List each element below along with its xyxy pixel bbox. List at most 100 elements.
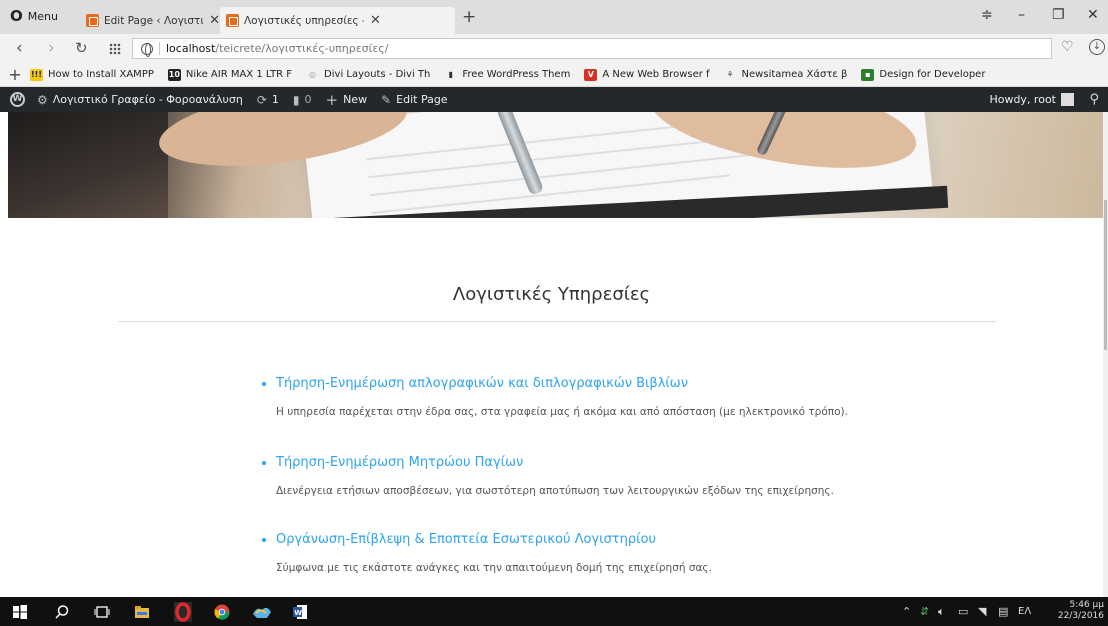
windows-start-icon[interactable] bbox=[12, 604, 28, 620]
tab-accounting-services[interactable]: Λογιστικές υπηρεσίες – Λο ✕ bbox=[220, 7, 455, 34]
new-label: New bbox=[343, 93, 368, 106]
bookmark-item[interactable]: ▮ Free WordPress Them bbox=[444, 69, 571, 81]
clock-date: 22/3/2016 bbox=[1057, 611, 1104, 621]
maximize-icon[interactable]: ❐ bbox=[1052, 7, 1065, 23]
tab-title: Edit Page ‹ Λογιστικό Γρα bbox=[104, 14, 204, 27]
forward-icon[interactable]: › bbox=[48, 39, 55, 57]
globe-icon bbox=[141, 42, 153, 57]
address-toolbar: ‹ › ↻ localhost /teicrete/λογιστικές-υπη… bbox=[0, 34, 1108, 63]
bookmark-favicon-icon: ◎ bbox=[309, 69, 317, 79]
volume-icon[interactable]: 🔈︎ bbox=[938, 605, 945, 619]
task-view-icon[interactable] bbox=[94, 604, 110, 620]
admin-account[interactable]: Howdy, root bbox=[989, 93, 1074, 106]
bullet-icon bbox=[262, 381, 266, 386]
opera-icon[interactable] bbox=[174, 602, 192, 622]
word-icon[interactable]: W bbox=[292, 604, 308, 620]
bookmark-favicon-icon: V bbox=[584, 68, 598, 81]
browser-tab-bar: O Menu Edit Page ‹ Λογιστικό Γρα ✕ Λογισ… bbox=[0, 0, 1108, 34]
service-heading-link[interactable]: Τήρηση-Ενημέρωση απλογραφικών και διπλογ… bbox=[276, 376, 688, 391]
reload-icon[interactable]: ↻ bbox=[75, 39, 88, 57]
bookmark-item[interactable]: ⚘ Newsitamea Χάστε β bbox=[724, 69, 848, 81]
hero-dark-corner bbox=[8, 112, 168, 218]
comment-icon: ▮ bbox=[292, 92, 300, 107]
speed-dial-icon[interactable] bbox=[109, 43, 121, 55]
admin-updates[interactable]: ⟳ 1 bbox=[257, 93, 279, 107]
service-item: Τήρηση-Ενημέρωση Μητρώου Παγίων Διενέργε… bbox=[262, 455, 834, 497]
windows-taskbar: W ⌃ ⇵ 🔈︎ ▭ ◥ ▤ ΕΛ 5:46 μμ 22/3/2016 bbox=[0, 597, 1108, 626]
battery-icon[interactable]: ▭ bbox=[958, 605, 968, 618]
clock-time: 5:46 μμ bbox=[1069, 600, 1104, 610]
url-host: localhost bbox=[166, 42, 216, 55]
admin-new[interactable]: + New bbox=[326, 91, 368, 109]
service-description: Διενέργεια ετήσιων αποσβέσεων, για σωστό… bbox=[276, 485, 834, 497]
close-icon[interactable]: ✕ bbox=[209, 13, 220, 28]
tab-edit-page[interactable]: Edit Page ‹ Λογιστικό Γρα ✕ bbox=[80, 7, 226, 34]
system-clock[interactable]: 5:46 μμ 22/3/2016 bbox=[1058, 600, 1104, 622]
avatar bbox=[1061, 93, 1074, 106]
file-explorer-icon[interactable] bbox=[134, 604, 150, 620]
bookmark-item[interactable]: V A New Web Browser f bbox=[584, 68, 710, 81]
bookmark-favicon-icon: !!! bbox=[30, 68, 43, 81]
bookmark-item[interactable]: 10 Nike AIR MAX 1 LTR F bbox=[167, 68, 292, 81]
bookmarks-bar: + !!! How to Install XAMPP 10 Nike AIR M… bbox=[0, 63, 1108, 87]
download-icon[interactable]: ↓ bbox=[1089, 39, 1105, 55]
bookmark-label: Design for Developer bbox=[879, 69, 986, 80]
network-icon[interactable]: ⇵ bbox=[920, 605, 929, 618]
app-icon[interactable] bbox=[252, 604, 272, 620]
tab-title: Λογιστικές υπηρεσίες – Λο bbox=[244, 14, 364, 27]
bookmark-item[interactable]: ▪ Design for Developer bbox=[861, 68, 986, 81]
service-description: Η υπηρεσία παρέχεται στην έδρα σας, στα … bbox=[276, 406, 848, 418]
back-icon[interactable]: ‹ bbox=[16, 39, 23, 57]
opera-logo-icon: O bbox=[10, 7, 23, 25]
title-divider bbox=[118, 321, 996, 322]
xampp-favicon-icon bbox=[226, 14, 239, 27]
wordpress-logo-icon[interactable]: W bbox=[10, 92, 25, 107]
add-bookmark-icon[interactable]: + bbox=[0, 65, 30, 84]
close-window-icon[interactable]: ✕ bbox=[1087, 7, 1099, 23]
bookmark-label: Divi Layouts - Divi Th bbox=[324, 69, 431, 80]
service-heading-link[interactable]: Οργάνωση-Επίβλεψη & Εποπτεία Εσωτερικού … bbox=[276, 532, 656, 547]
admin-site-name[interactable]: ⚙ Λογιστικό Γραφείο - Φοροανάλυση bbox=[37, 93, 243, 107]
edit-page-label: Edit Page bbox=[396, 93, 448, 106]
bookmark-favicon-icon: ▪ bbox=[861, 68, 875, 81]
search-icon[interactable] bbox=[54, 604, 70, 620]
updates-count: 1 bbox=[271, 93, 279, 106]
bookmark-label: How to Install XAMPP bbox=[48, 69, 154, 80]
notifications-icon[interactable]: ▤ bbox=[998, 605, 1008, 618]
service-item: Οργάνωση-Επίβλεψη & Εποπτεία Εσωτερικού … bbox=[262, 532, 712, 574]
service-heading-link[interactable]: Τήρηση-Ενημέρωση Μητρώου Παγίων bbox=[276, 455, 523, 470]
svg-text:W: W bbox=[294, 609, 302, 617]
page-content: Λογιστικές Υπηρεσίες Τήρηση-Ενημέρωση απ… bbox=[0, 218, 1103, 597]
search-icon[interactable]: ⚲ bbox=[1089, 92, 1099, 107]
language-indicator[interactable]: ΕΛ bbox=[1018, 606, 1031, 617]
dashboard-icon: ⚙ bbox=[37, 92, 48, 107]
bookmark-favicon-icon: ⚘ bbox=[726, 69, 734, 79]
heart-icon[interactable]: ♡ bbox=[1061, 39, 1074, 55]
chevron-up-icon[interactable]: ⌃ bbox=[902, 605, 911, 618]
minimize-icon[interactable]: – bbox=[1018, 7, 1025, 23]
plus-icon: + bbox=[325, 90, 339, 109]
tab-menu-icon[interactable]: ≑ bbox=[981, 7, 993, 23]
updates-icon: ⟳ bbox=[256, 92, 267, 107]
bookmark-item[interactable]: ◎ Divi Layouts - Divi Th bbox=[306, 69, 430, 81]
close-icon[interactable]: ✕ bbox=[370, 13, 381, 28]
bookmark-label: Newsitamea Χάστε β bbox=[741, 69, 848, 80]
opera-menu-button[interactable]: O Menu bbox=[10, 7, 58, 25]
page-scrollbar[interactable] bbox=[1103, 112, 1108, 597]
bookmark-item[interactable]: !!! How to Install XAMPP bbox=[30, 68, 154, 81]
hero-line bbox=[368, 136, 747, 179]
chrome-icon[interactable] bbox=[214, 604, 230, 620]
menu-label: Menu bbox=[27, 9, 58, 23]
url-path: /teicrete/λογιστικές-υπηρεσίες/ bbox=[215, 42, 389, 55]
new-tab-button[interactable]: + bbox=[462, 9, 476, 26]
pencil-icon: ✎ bbox=[381, 92, 392, 107]
bullet-icon bbox=[262, 537, 266, 542]
bookmark-favicon-icon: ▮ bbox=[448, 69, 454, 79]
address-bar[interactable]: localhost /teicrete/λογιστικές-υπηρεσίες… bbox=[132, 38, 1052, 59]
wifi-icon[interactable]: ◥ bbox=[978, 605, 986, 618]
wp-admin-bar: W ⚙ Λογιστικό Γραφείο - Φοροανάλυση ⟳ 1 … bbox=[0, 87, 1108, 112]
admin-edit-page[interactable]: ✎ Edit Page bbox=[381, 93, 448, 107]
admin-comments[interactable]: ▮ 0 bbox=[293, 93, 312, 107]
scrollbar-thumb[interactable] bbox=[1104, 200, 1107, 350]
howdy-label: Howdy, root bbox=[989, 93, 1056, 106]
